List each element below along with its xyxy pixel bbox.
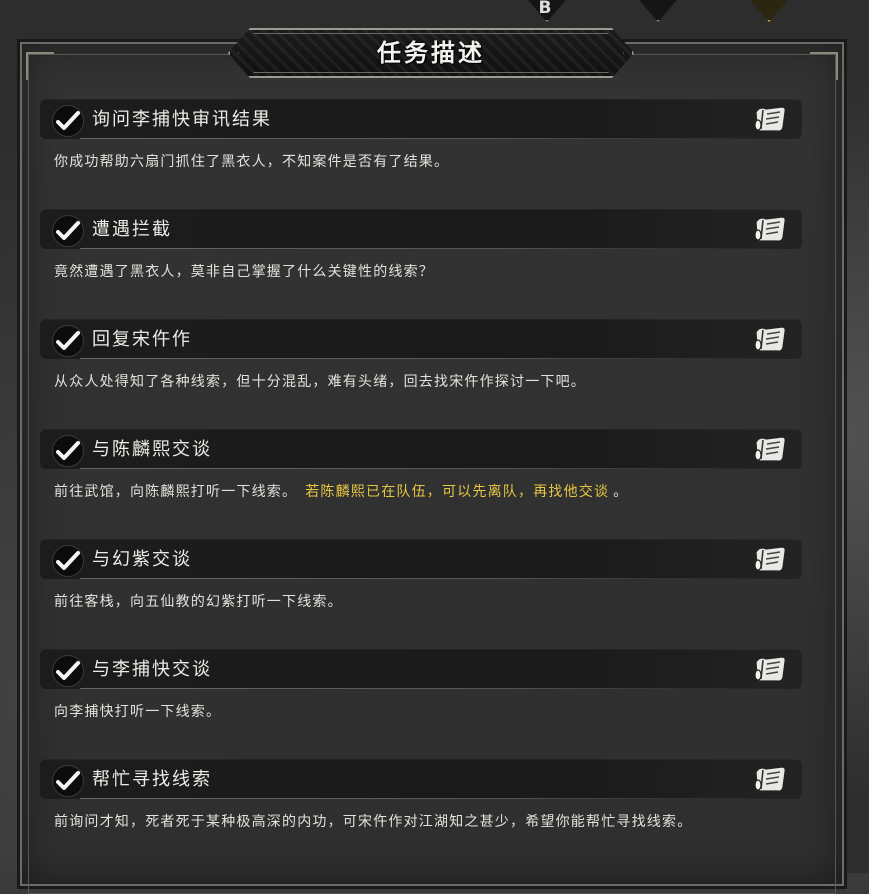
quest-header[interactable]: 询问李捕快审讯结果 bbox=[40, 99, 802, 139]
quest-desc-text: 竟然遭遇了黑衣人，莫非自己掌握了什么关键性的线索？ bbox=[54, 264, 434, 280]
quest-description: 前询问才知，死者死于某种极高深的内功，可宋仵作对江湖知之甚少，希望你能帮忙寻找线… bbox=[54, 811, 794, 831]
scroll-icon[interactable] bbox=[750, 653, 790, 685]
panel-title: 任务描述 bbox=[377, 38, 485, 67]
quest-desc-text: 向李捕快打听一下线索。 bbox=[54, 704, 222, 720]
quest-title: 帮忙寻找线索 bbox=[92, 769, 212, 790]
check-icon bbox=[52, 325, 84, 357]
scroll-icon[interactable] bbox=[750, 433, 790, 465]
quest-title: 与陈麟熙交谈 bbox=[92, 439, 212, 460]
quest-list: 询问李捕快审讯结果 你成功帮助六扇门抓住了黑衣人，不知案件是否有了结果。 遭遇拦… bbox=[40, 99, 804, 869]
quest-item: 询问李捕快审讯结果 你成功帮助六扇门抓住了黑衣人，不知案件是否有了结果。 bbox=[40, 99, 804, 209]
quest-item: 与幻紫交谈 前往客栈，向五仙教的幻紫打听一下线索。 bbox=[40, 539, 804, 649]
quest-item: 回复宋仵作 从众人处得知了各种线索，但十分混乱，难有头绪，回去找宋仵作探讨一下吧… bbox=[40, 319, 804, 429]
quest-desc-text: 前询问才知，死者死于某种极高深的内功，可宋仵作对江湖知之甚少，希望你能帮忙寻找线… bbox=[54, 814, 693, 830]
quest-item: 遭遇拦截 竟然遭遇了黑衣人，莫非自己掌握了什么关键性的线索？ bbox=[40, 209, 804, 319]
check-icon bbox=[52, 655, 84, 687]
title-banner: 任务描述 bbox=[228, 28, 634, 78]
check-icon bbox=[52, 545, 84, 577]
quest-desc-highlight: 若陈麟熙已在队伍，可以先离队，再找他交谈 bbox=[305, 484, 610, 500]
quest-desc-text: 前往客栈，向五仙教的幻紫打听一下线索。 bbox=[54, 594, 343, 610]
scroll-icon[interactable] bbox=[750, 543, 790, 575]
check-icon bbox=[52, 765, 84, 797]
quest-description: 你成功帮助六扇门抓住了黑衣人，不知案件是否有了结果。 bbox=[54, 151, 794, 171]
quest-title: 遭遇拦截 bbox=[92, 219, 172, 240]
scroll-icon[interactable] bbox=[750, 763, 790, 795]
scroll-icon[interactable] bbox=[750, 323, 790, 355]
quest-header[interactable]: 与陈麟熙交谈 bbox=[40, 429, 802, 469]
check-icon bbox=[52, 215, 84, 247]
quest-header[interactable]: 回复宋仵作 bbox=[40, 319, 802, 359]
scroll-icon[interactable] bbox=[750, 103, 790, 135]
quest-description: 竟然遭遇了黑衣人，莫非自己掌握了什么关键性的线索？ bbox=[54, 261, 794, 281]
tab-third[interactable] bbox=[738, 0, 800, 22]
quest-header[interactable]: 与李捕快交谈 bbox=[40, 649, 802, 689]
quest-item: 帮忙寻找线索 前询问才知，死者死于某种极高深的内功，可宋仵作对江湖知之甚少，希望… bbox=[40, 759, 804, 869]
quest-title: 与李捕快交谈 bbox=[92, 659, 212, 680]
quest-description: 前往客栈，向五仙教的幻紫打听一下线索。 bbox=[54, 591, 794, 611]
quest-desc-text: 从众人处得知了各种线索，但十分混乱，难有头绪，回去找宋仵作探讨一下吧。 bbox=[54, 374, 586, 390]
quest-title: 回复宋仵作 bbox=[92, 329, 192, 350]
tab-b-label: B bbox=[538, 0, 552, 18]
quest-description: 向李捕快打听一下线索。 bbox=[54, 701, 794, 721]
check-icon bbox=[52, 435, 84, 467]
top-tab-bar: B bbox=[500, 0, 869, 24]
quest-desc-text: 前往武馆，向陈麟熙打听一下线索。 bbox=[54, 484, 298, 500]
quest-description: 前往武馆，向陈麟熙打听一下线索。 若陈麟熙已在队伍，可以先离队，再找他交谈。 bbox=[54, 481, 794, 501]
quest-desc-tail: 。 bbox=[613, 484, 629, 500]
quest-description: 从众人处得知了各种线索，但十分混乱，难有头绪，回去找宋仵作探讨一下吧。 bbox=[54, 371, 794, 391]
tab-second[interactable] bbox=[627, 0, 689, 22]
quest-header[interactable]: 与幻紫交谈 bbox=[40, 539, 802, 579]
quest-title: 询问李捕快审讯结果 bbox=[92, 109, 272, 130]
corner-ornament bbox=[26, 52, 54, 80]
quest-header[interactable]: 遭遇拦截 bbox=[40, 209, 802, 249]
corner-ornament bbox=[810, 52, 838, 80]
quest-item: 与陈麟熙交谈 前往武馆，向陈麟熙打听一下线索。 若陈麟熙已在队伍，可以先离队，再找… bbox=[40, 429, 804, 539]
scroll-icon[interactable] bbox=[750, 213, 790, 245]
quest-desc-text: 你成功帮助六扇门抓住了黑衣人，不知案件是否有了结果。 bbox=[54, 154, 450, 170]
quest-title: 与幻紫交谈 bbox=[92, 549, 192, 570]
check-icon bbox=[52, 105, 84, 137]
quest-item: 与李捕快交谈 向李捕快打听一下线索。 bbox=[40, 649, 804, 759]
quest-header[interactable]: 帮忙寻找线索 bbox=[40, 759, 802, 799]
